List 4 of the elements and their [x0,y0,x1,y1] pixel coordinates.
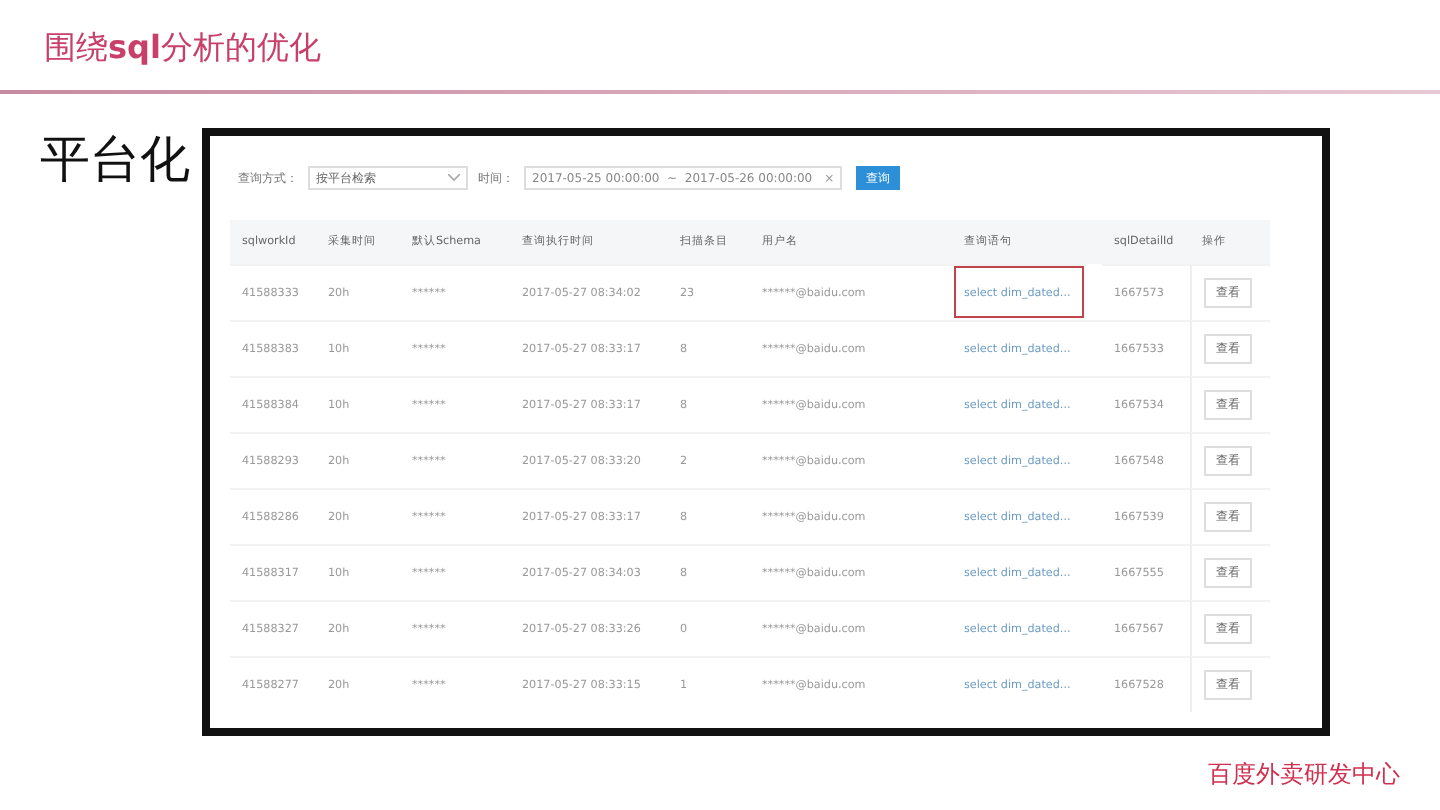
slide-title: 围绕sql分析的优化 [44,30,321,66]
slide-subtitle: 平台化 [40,130,190,190]
caret-icon [448,174,460,182]
footer-text: 百度外卖研发中心 [1208,760,1400,788]
